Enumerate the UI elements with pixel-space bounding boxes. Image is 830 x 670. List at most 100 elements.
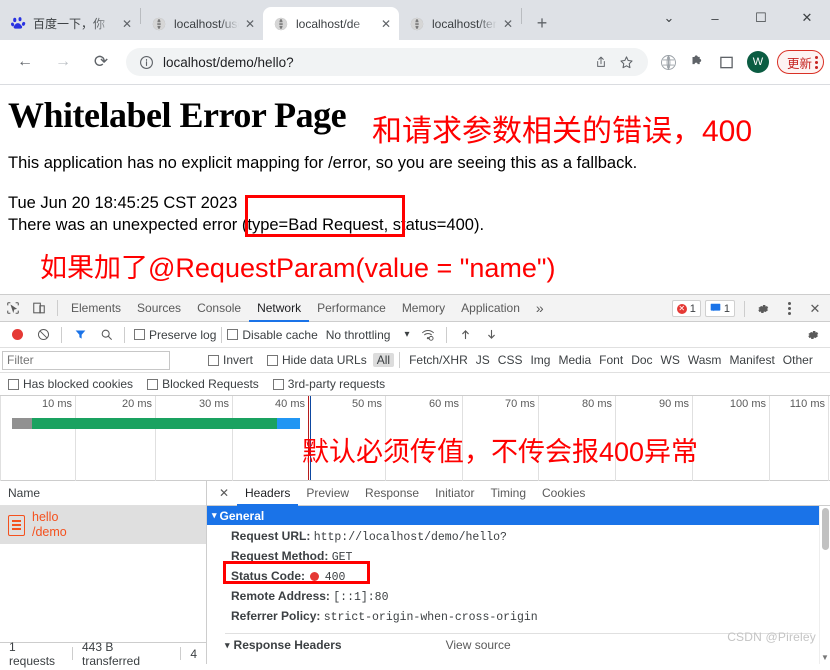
upload-icon[interactable] — [452, 322, 478, 348]
browser-tab-localhost-ter[interactable]: localhost/ter ✕ — [399, 7, 521, 40]
filter-type-media[interactable]: Media — [554, 353, 595, 367]
browser-tab-localhost-use[interactable]: localhost/use ✕ — [141, 7, 263, 40]
funnel-icon[interactable] — [67, 322, 93, 348]
devtools-tab-performance[interactable]: Performance — [309, 295, 394, 322]
minimize-icon[interactable]: – — [692, 0, 738, 36]
filter-type-fetch-xhr[interactable]: Fetch/XHR — [405, 353, 472, 367]
devtools-close-icon[interactable]: ✕ — [802, 296, 828, 322]
disable-cache-checkbox[interactable]: Disable cache — [227, 328, 318, 342]
download-icon[interactable] — [478, 322, 504, 348]
invert-checkbox[interactable]: Invert — [208, 353, 253, 367]
browser-tab-baidu[interactable]: 百度一下，你 ✕ — [0, 7, 140, 40]
scroll-down-arrow-icon[interactable]: ▼ — [821, 653, 829, 662]
view-source-link[interactable]: View source — [446, 638, 511, 652]
scrollbar-thumb[interactable] — [822, 508, 829, 550]
checkbox-box — [134, 329, 145, 340]
details-tab-timing[interactable]: Timing — [482, 481, 534, 506]
checkbox-box — [208, 354, 219, 366]
inspect-icon[interactable] — [0, 295, 26, 321]
throttling-select[interactable]: No throttling — [326, 328, 391, 342]
has-blocked-cookies-checkbox[interactable]: Has blocked cookies — [8, 377, 133, 391]
sidepanel-icon[interactable] — [714, 49, 740, 75]
tab-close-icon[interactable]: ✕ — [501, 17, 515, 31]
devtools-tab-memory[interactable]: Memory — [394, 295, 453, 322]
avatar[interactable]: W — [746, 51, 769, 73]
annotation-requestparam: 如果加了@RequestParam(value = "name") — [40, 253, 556, 283]
filter-type-doc[interactable]: Doc — [627, 353, 656, 367]
close-window-icon[interactable]: ✕ — [784, 0, 830, 36]
back-button[interactable]: ← — [9, 46, 41, 78]
details-tab-cookies[interactable]: Cookies — [534, 481, 593, 506]
network-settings-gear-icon[interactable] — [800, 322, 826, 348]
details-tab-initiator[interactable]: Initiator — [427, 481, 482, 506]
share-icon[interactable] — [590, 51, 612, 73]
tab-search-icon[interactable]: ⌄ — [646, 0, 692, 36]
filter-type-js[interactable]: JS — [472, 353, 494, 367]
search-icon[interactable] — [93, 322, 119, 348]
forward-button[interactable]: → — [47, 46, 79, 78]
filter-input[interactable] — [2, 350, 170, 370]
device-toolbar-icon[interactable] — [26, 295, 52, 321]
devtools-more-menu-icon[interactable] — [776, 296, 802, 322]
filter-type-ws[interactable]: WS — [657, 353, 684, 367]
hide-data-urls-label: Hide data URLs — [282, 353, 367, 367]
watermark: CSDN @Pireley — [727, 630, 816, 644]
filter-type-wasm[interactable]: Wasm — [684, 353, 726, 367]
filter-type-manifest[interactable]: Manifest — [725, 353, 778, 367]
devtools-more-tabs[interactable]: » — [528, 295, 552, 322]
star-icon[interactable] — [616, 51, 638, 73]
blocked-requests-checkbox[interactable]: Blocked Requests — [147, 377, 259, 391]
info-icon[interactable] — [137, 53, 155, 71]
overview-tick: 40 ms — [275, 398, 305, 410]
update-button[interactable]: 更新 — [776, 50, 824, 74]
network-overview[interactable]: 10 ms 20 ms 30 ms 40 ms 50 ms 60 ms 70 m… — [0, 396, 830, 481]
details-scrollbar[interactable]: ▼ — [819, 506, 830, 664]
document-icon — [8, 514, 25, 536]
kebab-menu-icon[interactable] — [815, 55, 818, 69]
devtools-tab-network[interactable]: Network — [249, 295, 309, 322]
filter-type-all[interactable]: All — [372, 353, 395, 367]
devtools-tab-application[interactable]: Application — [453, 295, 528, 322]
third-party-requests-checkbox[interactable]: 3rd-party requests — [272, 377, 385, 391]
filter-type-img[interactable]: Img — [526, 353, 554, 367]
overview-tick: 100 ms — [729, 398, 766, 410]
chevron-down-icon[interactable]: ▾ — [404, 329, 409, 340]
warning-badge[interactable]: 1 — [704, 300, 735, 317]
preserve-log-checkbox[interactable]: Preserve log — [134, 328, 216, 342]
tab-close-icon[interactable]: ✕ — [379, 17, 393, 31]
devtools-tab-sources[interactable]: Sources — [129, 295, 189, 322]
shield-icon[interactable] — [656, 49, 682, 75]
details-tab-response[interactable]: Response — [357, 481, 427, 506]
tab-close-icon[interactable]: ✕ — [243, 17, 257, 31]
details-tab-headers[interactable]: Headers — [237, 481, 298, 506]
devtools-tab-elements[interactable]: Elements — [63, 295, 129, 322]
error-badge[interactable]: ✕ 1 — [671, 300, 701, 317]
hide-data-urls-checkbox[interactable]: Hide data URLs — [267, 353, 367, 367]
tab-close-icon[interactable]: ✕ — [120, 17, 134, 31]
filter-type-font[interactable]: Font — [595, 353, 627, 367]
clear-icon[interactable] — [30, 322, 56, 348]
general-section-header[interactable]: ▾ General — [207, 506, 830, 525]
details-tab-preview[interactable]: Preview — [298, 481, 357, 506]
gear-icon[interactable] — [750, 296, 776, 322]
overview-tick: 110 ms — [789, 398, 825, 410]
reload-button[interactable]: ⟳ — [85, 46, 117, 78]
preserve-log-label: Preserve log — [149, 327, 217, 342]
record-icon[interactable] — [4, 322, 30, 348]
filter-type-css[interactable]: CSS — [494, 353, 527, 367]
new-tab-button[interactable]: + — [528, 9, 556, 37]
table-row[interactable]: hello /demo — [0, 506, 206, 544]
details-close-icon[interactable]: ✕ — [211, 480, 237, 506]
browser-tab-localhost-demo[interactable]: localhost/de ✕ — [263, 7, 399, 40]
devtools-tab-console[interactable]: Console — [189, 295, 249, 322]
filter-type-other[interactable]: Other — [779, 353, 817, 367]
status-error-dot-icon — [310, 572, 320, 582]
network-conditions-icon[interactable] — [415, 322, 441, 348]
address-bar[interactable]: localhost/demo/hello? — [126, 48, 648, 76]
column-header-name[interactable]: Name — [0, 481, 206, 506]
maximize-icon[interactable]: ☐ — [738, 0, 784, 36]
puzzle-icon[interactable] — [685, 49, 711, 75]
error-icon: ✕ — [676, 303, 687, 314]
resources-size: 4 — [190, 646, 197, 661]
annotation-highlight-box-type — [245, 195, 405, 237]
